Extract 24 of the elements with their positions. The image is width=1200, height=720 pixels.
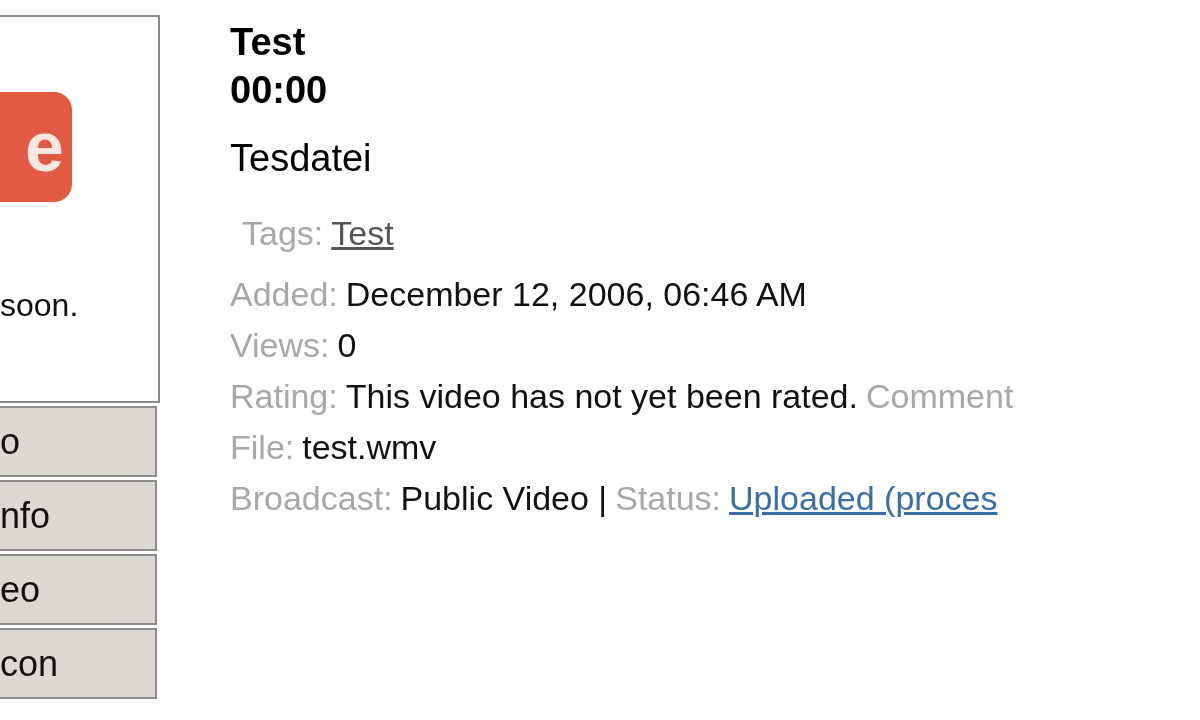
logo: e [0,92,72,202]
tag-link[interactable]: Test [331,208,394,259]
field-label: Tags: [242,213,324,254]
field-label: Views: [230,325,330,366]
thumbnail-caption: soon. [0,287,79,324]
video-duration: 00:00 [230,68,329,113]
field-label: File: [230,427,295,468]
field-value: This video has not yet been rated. [345,376,858,417]
field-label: Rating: [230,376,338,417]
field-label: Status: [615,478,722,519]
field-value: December 12, 2006, 06:46 AM [345,274,807,315]
menu-button[interactable]: con [0,628,157,699]
menu-button[interactable]: eo [0,554,157,625]
field-label: Broadcast: [230,478,393,519]
field-value: Public Video | [400,478,608,519]
video-description: Tesdatei [230,136,373,181]
field-label: Added: [230,274,338,315]
video-title: Test [230,20,307,65]
field-value: 0 [337,325,357,366]
status-link[interactable]: Uploaded (proces [729,473,998,524]
menu-button[interactable]: nfo [0,480,157,551]
menu-button[interactable]: o [0,406,157,477]
field-value: test.wmv [302,427,437,468]
field-label: Comment [865,376,1014,417]
